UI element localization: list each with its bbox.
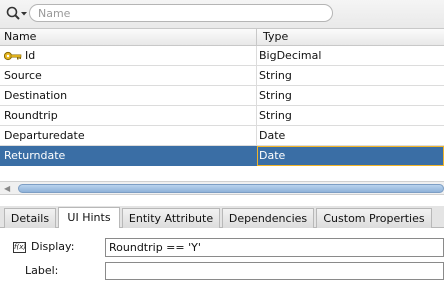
- row-type: String: [259, 109, 292, 122]
- row-name: Source: [4, 69, 42, 82]
- scroll-left-arrow-icon[interactable]: ◀: [4, 184, 12, 193]
- column-header-type[interactable]: Type: [263, 30, 288, 43]
- row-type: Date: [259, 129, 286, 142]
- cell-divider: [256, 126, 257, 145]
- row-type: BigDecimal: [259, 49, 322, 62]
- cell-divider: [256, 46, 257, 65]
- row-name: Returndate: [4, 149, 66, 162]
- search-placeholder: Name: [38, 7, 71, 20]
- row-type: String: [259, 69, 292, 82]
- tab-entity-attribute[interactable]: Entity Attribute: [122, 208, 220, 228]
- row-name: Destination: [4, 89, 68, 102]
- row-type: Date: [259, 149, 286, 162]
- cell-divider: [256, 86, 257, 105]
- display-label: Display:: [31, 240, 75, 253]
- row-name: Id: [25, 49, 36, 62]
- expression-icon[interactable]: f(x): [13, 242, 26, 253]
- column-header-name[interactable]: Name: [4, 30, 36, 43]
- key-icon: [3, 51, 22, 61]
- tab-custom-properties[interactable]: Custom Properties: [316, 208, 432, 228]
- cell-divider: [256, 66, 257, 85]
- table-row-selected[interactable]: Returndate Date: [0, 146, 444, 166]
- search-bar: Name: [0, 0, 444, 28]
- label-field[interactable]: [105, 262, 444, 280]
- row-name: Roundtrip: [4, 109, 58, 122]
- row-type: String: [259, 89, 292, 102]
- column-divider[interactable]: [256, 29, 257, 46]
- table-row[interactable]: Roundtrip String: [0, 106, 444, 126]
- table-row[interactable]: Departuredate Date: [0, 126, 444, 146]
- magnifier-dropdown-icon[interactable]: [5, 5, 29, 22]
- tab-strip: Details UI Hints Entity Attribute Depend…: [0, 206, 444, 229]
- table-header: Name Type: [0, 28, 444, 46]
- cell-divider: [256, 106, 257, 125]
- table-row[interactable]: Destination String: [0, 86, 444, 106]
- tab-ui-hints[interactable]: UI Hints: [58, 207, 120, 229]
- table-row[interactable]: Source String: [0, 66, 444, 86]
- horizontal-scrollbar[interactable]: ◀: [0, 181, 444, 195]
- search-input[interactable]: Name: [29, 4, 333, 22]
- tab-details[interactable]: Details: [4, 208, 56, 228]
- table-row[interactable]: Id BigDecimal: [0, 46, 444, 66]
- label-label: Label:: [25, 264, 59, 277]
- display-field[interactable]: [105, 238, 444, 257]
- row-name: Departuredate: [4, 129, 85, 142]
- scrollbar-thumb[interactable]: [18, 184, 444, 193]
- tab-dependencies[interactable]: Dependencies: [222, 208, 314, 228]
